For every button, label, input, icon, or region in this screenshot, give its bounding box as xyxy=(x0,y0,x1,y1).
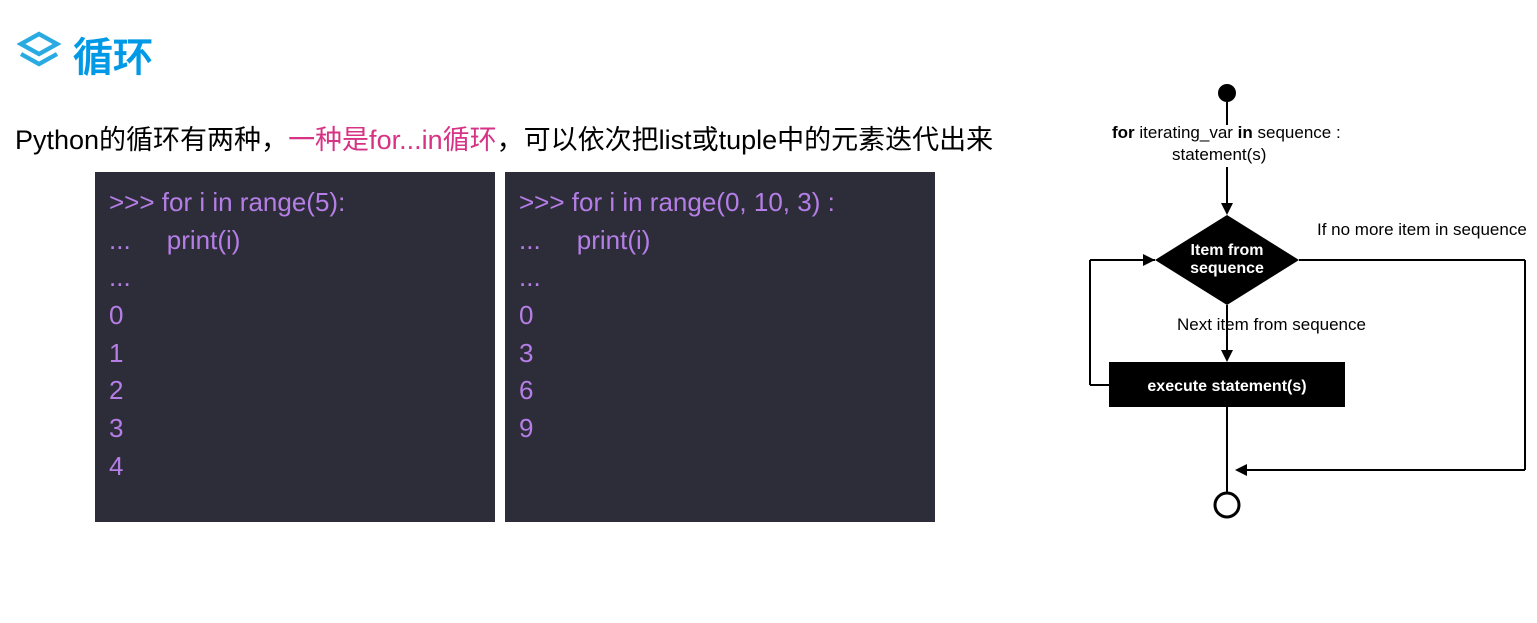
diag-no-more: If no more item in sequence xyxy=(1317,220,1527,239)
layers-icon xyxy=(15,28,63,81)
code-block-2: >>> for i in range(0, 10, 3) : ... print… xyxy=(505,172,935,522)
flowchart-diagram: for iterating_var in sequence : statemen… xyxy=(977,75,1537,525)
diag-execute: execute statement(s) xyxy=(1147,378,1306,395)
diag-for-body: statement(s) xyxy=(1172,145,1266,164)
intro-part1: Python的循环有两种， xyxy=(15,125,288,155)
intro-highlight: 一种是for...in循环 xyxy=(288,125,497,155)
intro-part2: ，可以依次把list或tuple中的元素迭代出来 xyxy=(497,125,994,155)
diag-next-item: Next item from sequence xyxy=(1177,315,1366,334)
page-title: 循环 xyxy=(73,25,153,83)
svg-text:Item from: Item from xyxy=(1191,242,1264,259)
svg-text:sequence: sequence xyxy=(1190,260,1264,277)
diag-for-stmt: for iterating_var in sequence : xyxy=(1112,123,1341,142)
code-block-1: >>> for i in range(5): ... print(i) ... … xyxy=(95,172,495,522)
